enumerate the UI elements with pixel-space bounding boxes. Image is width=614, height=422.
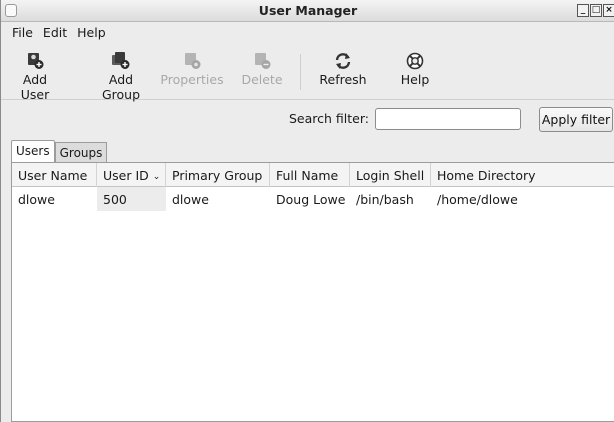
apply-filter-button[interactable]: Apply filter [539,107,613,132]
add-group-button[interactable]: Add Group [89,52,153,102]
help-icon [405,52,425,70]
column-header-home-directory[interactable]: Home Directory [431,163,614,187]
user-manager-window: User Manager _ □ × File Edit Help Add Us… [0,0,614,422]
properties-button[interactable]: Properties [159,52,225,87]
refresh-button[interactable]: Refresh [315,52,371,87]
minimize-button[interactable]: _ [577,4,589,17]
menu-file[interactable]: File [7,22,38,44]
search-filter-label: Search filter: [289,111,369,126]
cell-user-name: dlowe [18,192,55,207]
table-header: User Name User ID ⌄ Primary Group Full Na… [12,163,614,187]
cell-user-id: 500 [97,187,166,211]
help-button[interactable]: Help [397,52,433,87]
cell-home-directory: /home/dlowe [437,192,518,207]
cell-login-shell: /bin/bash [356,192,414,207]
help-label: Help [400,72,430,87]
title-bar[interactable]: User Manager _ □ × [1,0,614,22]
tab-bar: Users Groups [11,140,108,163]
properties-label: Properties [160,72,224,87]
menu-help[interactable]: Help [72,22,111,44]
maximize-button[interactable]: □ [590,4,602,17]
add-user-icon [25,52,45,70]
toolbar-separator [300,54,301,90]
add-user-label: Add User [20,72,50,102]
tab-groups[interactable]: Groups [54,142,108,162]
search-filter-input[interactable] [375,108,521,130]
refresh-icon [333,52,353,70]
column-header-user-name[interactable]: User Name [12,163,97,187]
delete-icon [252,52,272,70]
delete-button[interactable]: Delete [237,52,287,87]
column-header-user-id[interactable]: User ID ⌄ [97,163,166,187]
column-header-full-name[interactable]: Full Name [270,163,350,187]
table-row[interactable]: dlowe 500 dlowe Doug Lowe /bin/bash /hom… [12,187,614,211]
cell-full-name: Doug Lowe [276,192,346,207]
menu-edit[interactable]: Edit [38,22,72,44]
add-user-button[interactable]: Add User [7,52,63,102]
delete-label: Delete [241,72,283,87]
cell-primary-group: dlowe [172,192,209,207]
column-header-login-shell[interactable]: Login Shell [350,163,431,187]
toolbar: Add User Add Group Properties Delete Ref… [1,44,614,102]
add-group-label: Add Group [101,72,141,102]
properties-icon [182,52,202,70]
window-title: User Manager [258,3,358,18]
add-group-icon [111,52,131,70]
menu-bar: File Edit Help [1,22,614,44]
column-header-primary-group[interactable]: Primary Group [166,163,270,187]
search-row: Search filter: Apply filter [1,104,614,134]
refresh-label: Refresh [319,72,367,87]
close-button[interactable]: × [603,4,614,17]
users-table: User Name User ID ⌄ Primary Group Full Na… [11,162,614,422]
window-controls: _ □ × [577,4,614,18]
tab-users[interactable]: Users [11,140,55,163]
sort-descending-icon: ⌄ [152,172,161,182]
